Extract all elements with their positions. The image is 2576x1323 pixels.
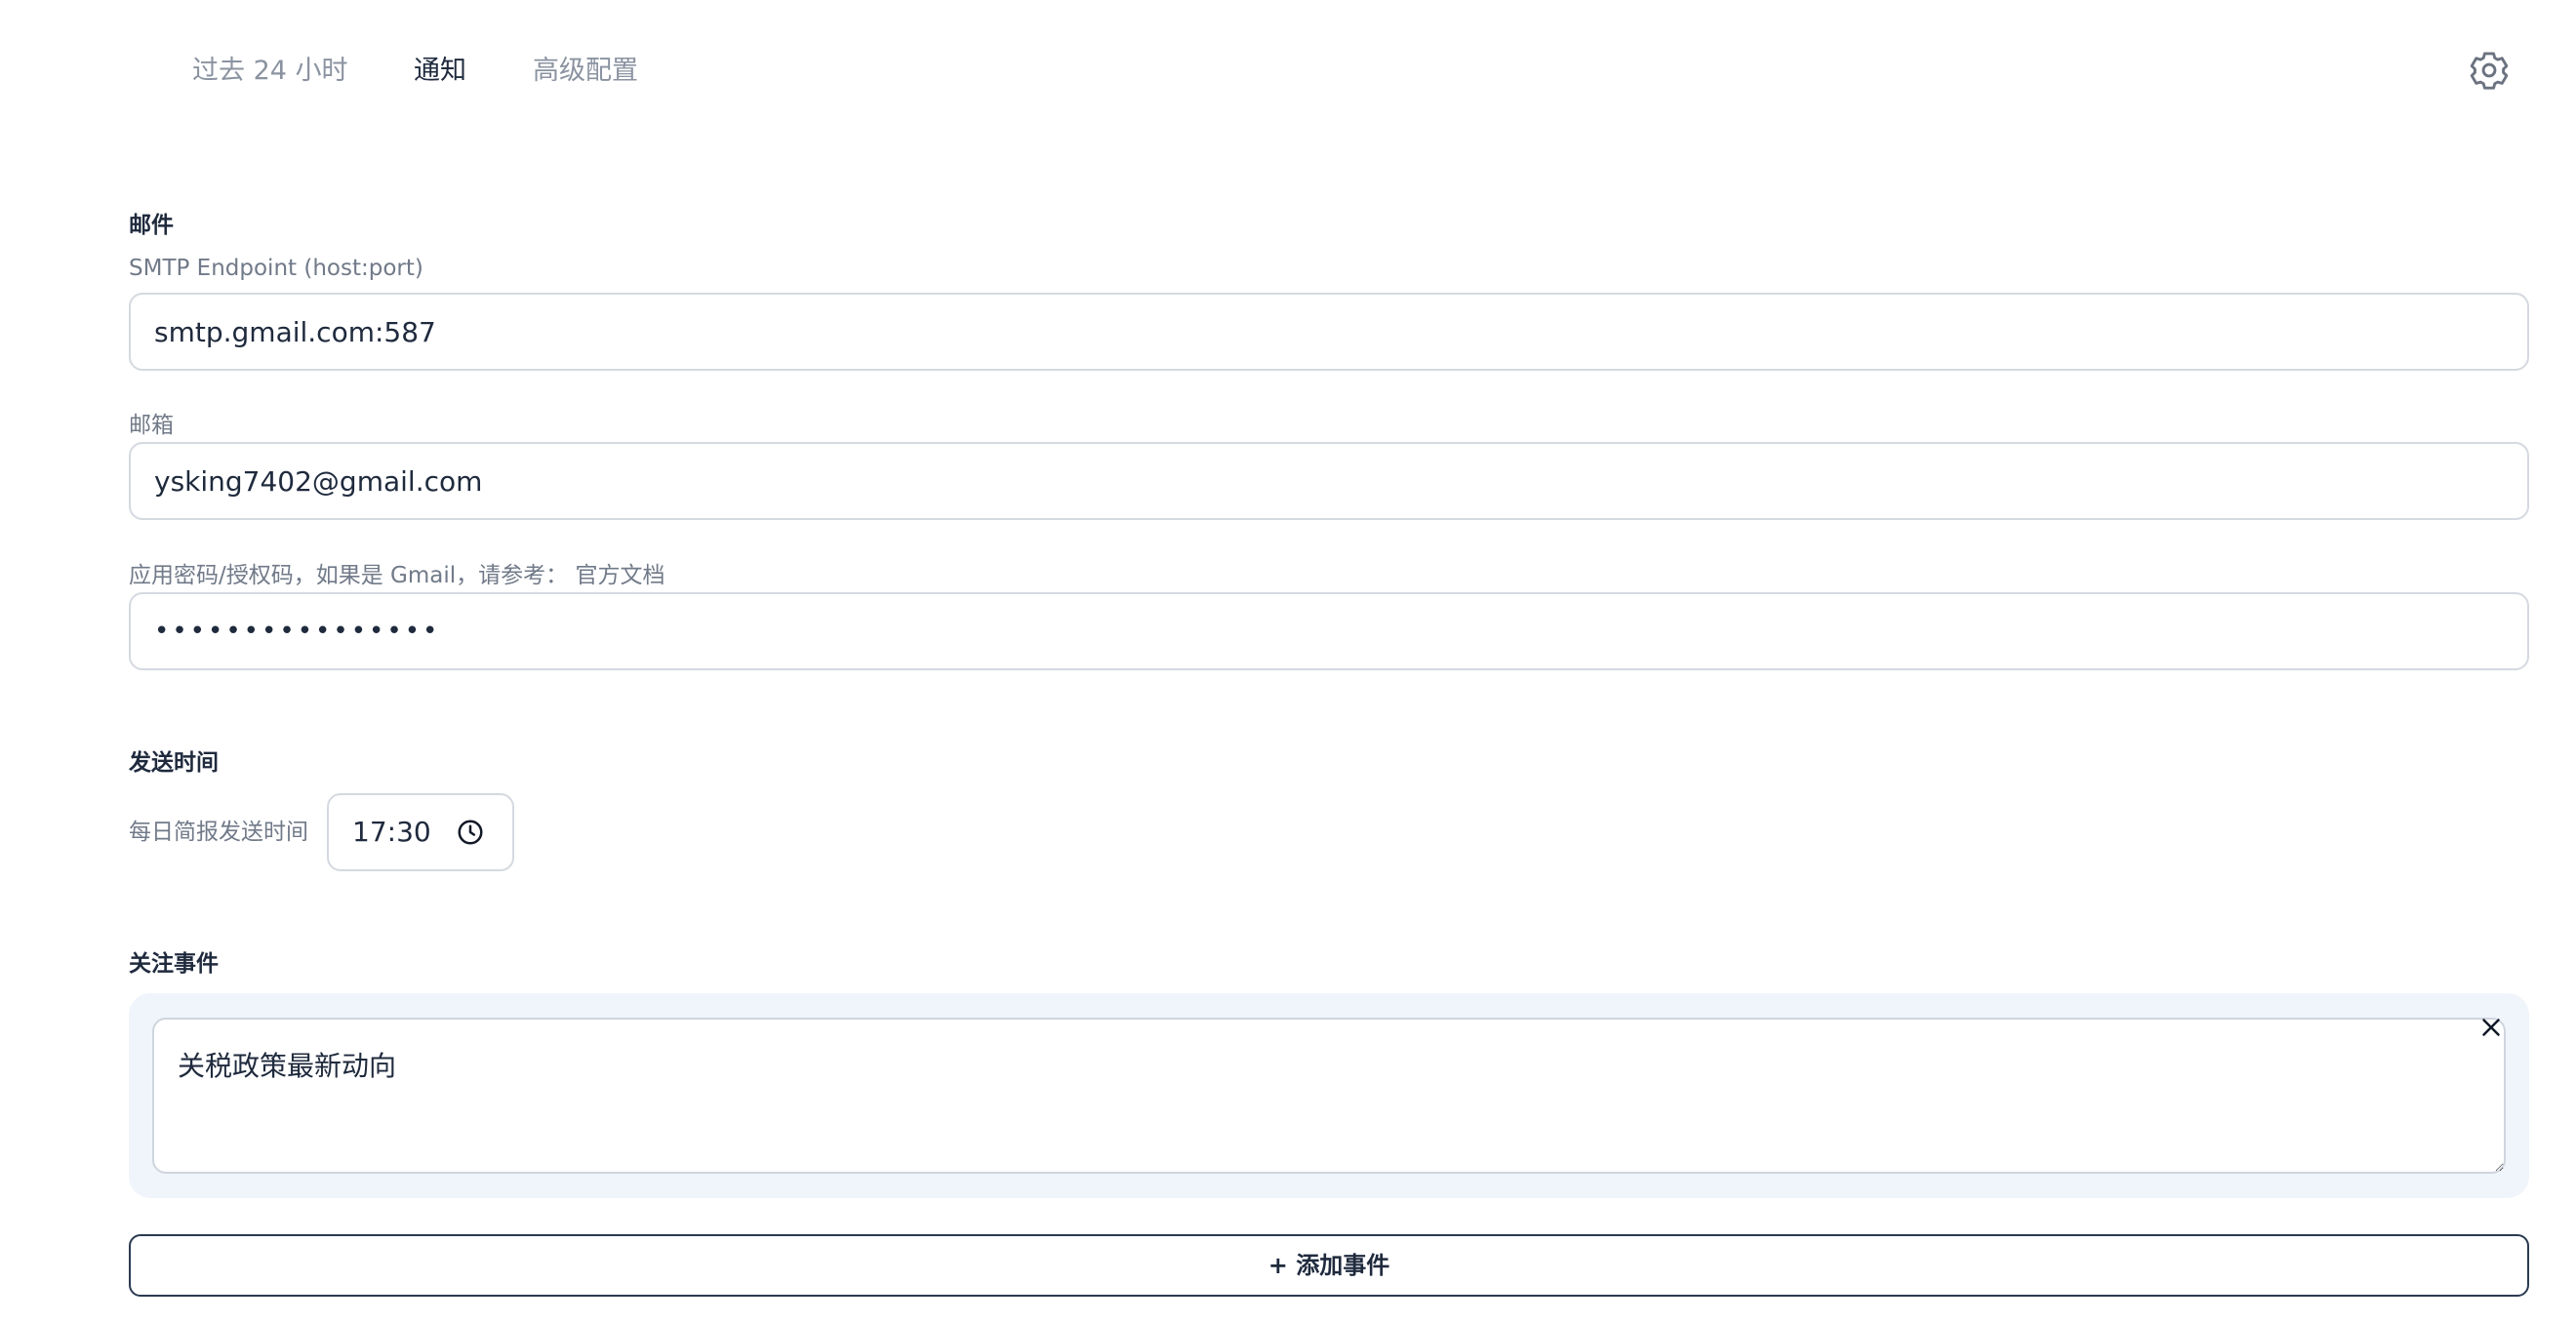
- time-value: 17:30: [352, 816, 431, 848]
- smtp-endpoint-label: SMTP Endpoint (host:port): [129, 256, 423, 281]
- top-navigation: 过去 24 小时 通知 高级配置: [0, 0, 2576, 142]
- app-password-label: 应用密码/授权码，如果是 Gmail，请参考： 官方文档: [129, 563, 665, 588]
- app-password-input[interactable]: [129, 592, 2529, 670]
- tab-advanced-config[interactable]: 高级配置: [533, 49, 638, 94]
- tab-past-24-hours[interactable]: 过去 24 小时: [192, 49, 348, 94]
- watched-events-section-title: 关注事件: [129, 951, 219, 977]
- daily-brief-time-picker[interactable]: 17:30: [327, 793, 514, 871]
- event-item-card: 关税政策最新动向: [129, 993, 2529, 1198]
- mailbox-label: 邮箱: [129, 413, 174, 438]
- gear-icon[interactable]: [2467, 48, 2512, 93]
- event-textarea[interactable]: 关税政策最新动向: [152, 1018, 2506, 1174]
- add-event-button[interactable]: + 添加事件: [129, 1234, 2529, 1297]
- daily-brief-time-label: 每日简报发送时间: [129, 820, 308, 845]
- tab-notifications[interactable]: 通知: [414, 49, 466, 94]
- email-section-title: 邮件: [129, 213, 174, 238]
- close-icon[interactable]: [2476, 1013, 2506, 1042]
- clock-icon[interactable]: [456, 818, 485, 847]
- notification-settings-page: 过去 24 小时 通知 高级配置 邮件 SMTP Endpoint (host:…: [0, 0, 2576, 1323]
- send-time-section-title: 发送时间: [129, 750, 219, 776]
- smtp-endpoint-input[interactable]: [129, 293, 2529, 371]
- mailbox-input[interactable]: [129, 442, 2529, 520]
